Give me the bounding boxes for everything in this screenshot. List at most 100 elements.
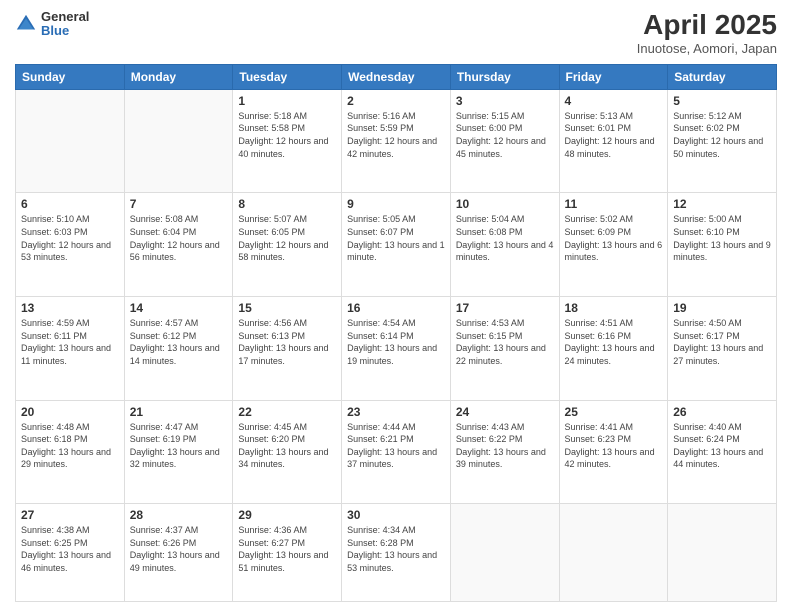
day-number: 21 <box>130 405 228 419</box>
day-number: 6 <box>21 197 119 211</box>
table-row: 16 Sunrise: 4:54 AMSunset: 6:14 PMDayligh… <box>342 297 451 401</box>
col-friday: Friday <box>559 64 668 89</box>
cell-info: Sunrise: 4:40 AMSunset: 6:24 PMDaylight:… <box>673 421 771 471</box>
day-number: 23 <box>347 405 445 419</box>
logo-icon <box>15 13 37 35</box>
day-number: 27 <box>21 508 119 522</box>
cell-info: Sunrise: 4:51 AMSunset: 6:16 PMDaylight:… <box>565 317 663 367</box>
table-row: 27Sunrise: 4:38 AMSunset: 6:25 PMDayligh… <box>16 504 125 602</box>
cell-info: Sunrise: 5:13 AMSunset: 6:01 PMDaylight:… <box>565 110 663 160</box>
table-row: 22 Sunrise: 4:45 AMSunset: 6:20 PMDayligh… <box>233 400 342 504</box>
cell-info: Sunrise: 4:54 AMSunset: 6:14 PMDaylight:… <box>347 317 445 367</box>
table-row: 14 Sunrise: 4:57 AMSunset: 6:12 PMDayligh… <box>124 297 233 401</box>
cell-info: Sunrise: 4:53 AMSunset: 6:15 PMDaylight:… <box>456 317 554 367</box>
table-row: 10 Sunrise: 5:04 AMSunset: 6:08 PMDayligh… <box>450 193 559 297</box>
table-row: 8 Sunrise: 5:07 AMSunset: 6:05 PMDaylight… <box>233 193 342 297</box>
day-number: 14 <box>130 301 228 315</box>
table-row <box>559 504 668 602</box>
cell-info: Sunrise: 5:00 AMSunset: 6:10 PMDaylight:… <box>673 213 771 263</box>
cell-info: Sunrise: 5:15 AMSunset: 6:00 PMDaylight:… <box>456 110 554 160</box>
cell-info: Sunrise: 4:41 AMSunset: 6:23 PMDaylight:… <box>565 421 663 471</box>
logo: General Blue <box>15 10 89 39</box>
day-number: 2 <box>347 94 445 108</box>
cell-info: Sunrise: 4:43 AMSunset: 6:22 PMDaylight:… <box>456 421 554 471</box>
cell-info: Sunrise: 5:16 AMSunset: 5:59 PMDaylight:… <box>347 110 445 160</box>
day-number: 11 <box>565 197 663 211</box>
table-row: 1 Sunrise: 5:18 AMSunset: 5:58 PMDaylight… <box>233 89 342 193</box>
cell-info: Sunrise: 4:44 AMSunset: 6:21 PMDaylight:… <box>347 421 445 471</box>
day-number: 15 <box>238 301 336 315</box>
day-number: 28 <box>130 508 228 522</box>
day-number: 12 <box>673 197 771 211</box>
page: General Blue April 2025 Inuotose, Aomori… <box>0 0 792 612</box>
day-number: 3 <box>456 94 554 108</box>
logo-text: General Blue <box>41 10 89 39</box>
table-row: 11 Sunrise: 5:02 AMSunset: 6:09 PMDayligh… <box>559 193 668 297</box>
table-row: 2 Sunrise: 5:16 AMSunset: 5:59 PMDaylight… <box>342 89 451 193</box>
col-monday: Monday <box>124 64 233 89</box>
col-saturday: Saturday <box>668 64 777 89</box>
table-row: 21 Sunrise: 4:47 AMSunset: 6:19 PMDayligh… <box>124 400 233 504</box>
calendar-table: Sunday Monday Tuesday Wednesday Thursday… <box>15 64 777 602</box>
day-number: 8 <box>238 197 336 211</box>
cell-info: Sunrise: 5:04 AMSunset: 6:08 PMDaylight:… <box>456 213 554 263</box>
calendar-title: April 2025 <box>637 10 777 41</box>
table-row: 19 Sunrise: 4:50 AMSunset: 6:17 PMDayligh… <box>668 297 777 401</box>
table-row: 26Sunrise: 4:40 AMSunset: 6:24 PMDayligh… <box>668 400 777 504</box>
cell-info: Sunrise: 5:07 AMSunset: 6:05 PMDaylight:… <box>238 213 336 263</box>
table-row: 24 Sunrise: 4:43 AMSunset: 6:22 PMDayligh… <box>450 400 559 504</box>
cell-info: Sunrise: 5:12 AMSunset: 6:02 PMDaylight:… <box>673 110 771 160</box>
day-number: 13 <box>21 301 119 315</box>
day-number: 20 <box>21 405 119 419</box>
logo-blue-text: Blue <box>41 24 89 38</box>
cell-info: Sunrise: 4:56 AMSunset: 6:13 PMDaylight:… <box>238 317 336 367</box>
table-row: 25 Sunrise: 4:41 AMSunset: 6:23 PMDayligh… <box>559 400 668 504</box>
cell-info: Sunrise: 4:45 AMSunset: 6:20 PMDaylight:… <box>238 421 336 471</box>
day-number: 25 <box>565 405 663 419</box>
day-number: 19 <box>673 301 771 315</box>
table-row <box>668 504 777 602</box>
cell-info: Sunrise: 4:50 AMSunset: 6:17 PMDaylight:… <box>673 317 771 367</box>
calendar-location: Inuotose, Aomori, Japan <box>637 41 777 56</box>
header: General Blue April 2025 Inuotose, Aomori… <box>15 10 777 56</box>
day-number: 9 <box>347 197 445 211</box>
day-number: 30 <box>347 508 445 522</box>
table-row: 4Sunrise: 5:13 AMSunset: 6:01 PMDaylight… <box>559 89 668 193</box>
day-number: 22 <box>238 405 336 419</box>
table-row: 9 Sunrise: 5:05 AMSunset: 6:07 PMDaylight… <box>342 193 451 297</box>
col-wednesday: Wednesday <box>342 64 451 89</box>
cell-info: Sunrise: 5:10 AMSunset: 6:03 PMDaylight:… <box>21 213 119 263</box>
cell-info: Sunrise: 5:08 AMSunset: 6:04 PMDaylight:… <box>130 213 228 263</box>
day-number: 29 <box>238 508 336 522</box>
cell-info: Sunrise: 5:18 AMSunset: 5:58 PMDaylight:… <box>238 110 336 160</box>
col-thursday: Thursday <box>450 64 559 89</box>
table-row: 18Sunrise: 4:51 AMSunset: 6:16 PMDayligh… <box>559 297 668 401</box>
day-number: 16 <box>347 301 445 315</box>
calendar-header-row: Sunday Monday Tuesday Wednesday Thursday… <box>16 64 777 89</box>
cell-info: Sunrise: 4:36 AMSunset: 6:27 PMDaylight:… <box>238 524 336 574</box>
cell-info: Sunrise: 4:57 AMSunset: 6:12 PMDaylight:… <box>130 317 228 367</box>
cell-info: Sunrise: 4:48 AMSunset: 6:18 PMDaylight:… <box>21 421 119 471</box>
cell-info: Sunrise: 4:59 AMSunset: 6:11 PMDaylight:… <box>21 317 119 367</box>
cell-info: Sunrise: 5:02 AMSunset: 6:09 PMDaylight:… <box>565 213 663 263</box>
col-sunday: Sunday <box>16 64 125 89</box>
cell-info: Sunrise: 4:37 AMSunset: 6:26 PMDaylight:… <box>130 524 228 574</box>
table-row: 23 Sunrise: 4:44 AMSunset: 6:21 PMDayligh… <box>342 400 451 504</box>
table-row: 6 Sunrise: 5:10 AMSunset: 6:03 PMDaylight… <box>16 193 125 297</box>
cell-info: Sunrise: 5:05 AMSunset: 6:07 PMDaylight:… <box>347 213 445 263</box>
day-number: 10 <box>456 197 554 211</box>
day-number: 5 <box>673 94 771 108</box>
logo-general-text: General <box>41 10 89 24</box>
day-number: 7 <box>130 197 228 211</box>
cell-info: Sunrise: 4:34 AMSunset: 6:28 PMDaylight:… <box>347 524 445 574</box>
cell-info: Sunrise: 4:47 AMSunset: 6:19 PMDaylight:… <box>130 421 228 471</box>
table-row: 29 Sunrise: 4:36 AMSunset: 6:27 PMDayligh… <box>233 504 342 602</box>
table-row: 3 Sunrise: 5:15 AMSunset: 6:00 PMDaylight… <box>450 89 559 193</box>
day-number: 1 <box>238 94 336 108</box>
table-row <box>16 89 125 193</box>
col-tuesday: Tuesday <box>233 64 342 89</box>
day-number: 17 <box>456 301 554 315</box>
table-row: 30 Sunrise: 4:34 AMSunset: 6:28 PMDayligh… <box>342 504 451 602</box>
day-number: 24 <box>456 405 554 419</box>
table-row: 15 Sunrise: 4:56 AMSunset: 6:13 PMDayligh… <box>233 297 342 401</box>
